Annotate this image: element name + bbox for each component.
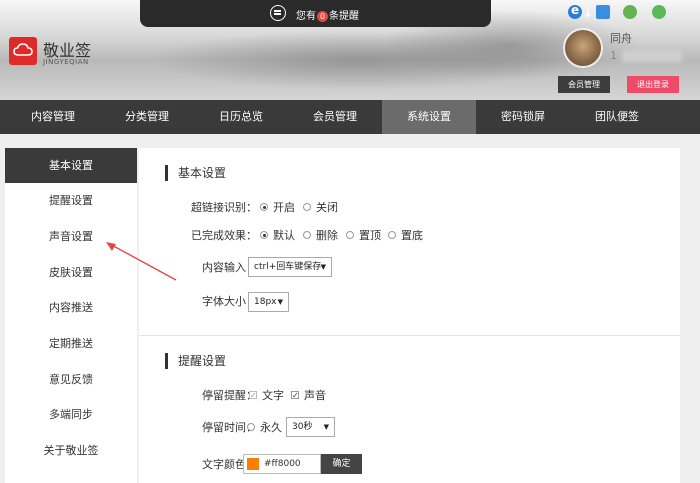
annotation-arrow: [106, 242, 177, 281]
